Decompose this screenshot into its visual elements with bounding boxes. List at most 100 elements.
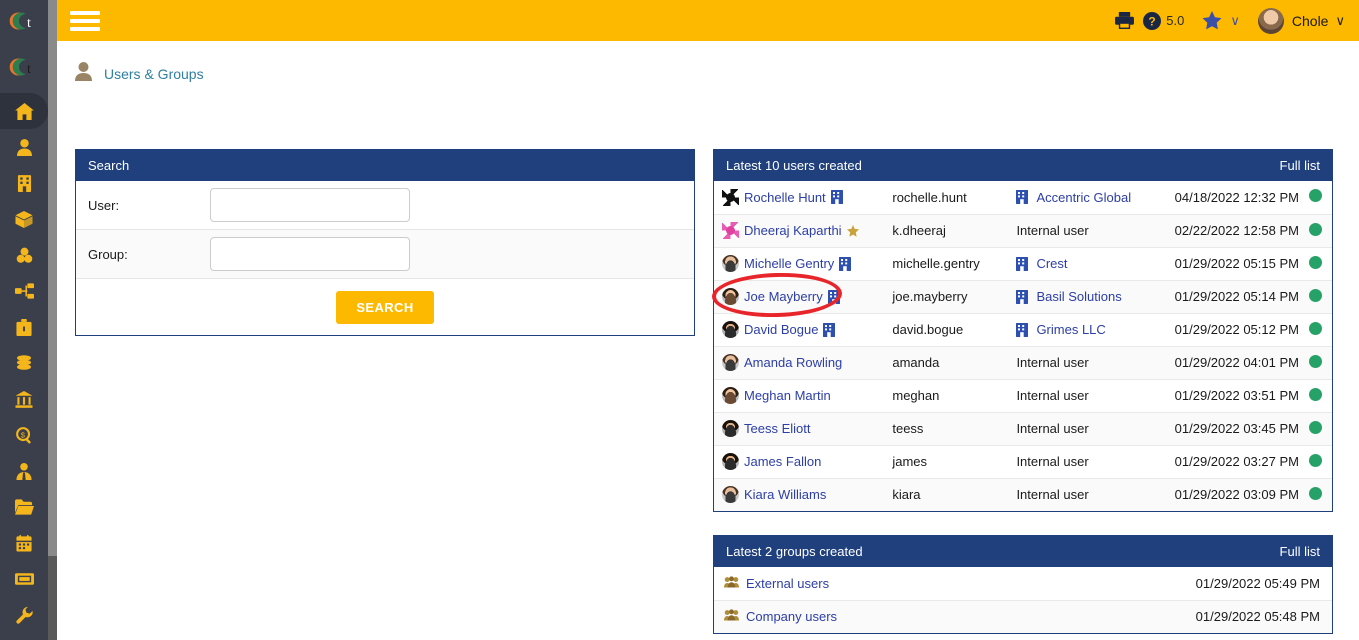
sidebar-item-calendar[interactable] [0, 525, 48, 561]
avatar [722, 188, 739, 206]
user-company-link[interactable]: Accentric Global [1036, 190, 1131, 205]
building-icon [830, 190, 843, 205]
sidebar-item-workflow[interactable] [0, 273, 48, 309]
calendar-icon [16, 534, 32, 552]
building-icon [1016, 322, 1029, 337]
sidebar-item-settings[interactable] [0, 597, 48, 633]
sidebar: t t $ [0, 0, 48, 640]
sidebar-item-finance[interactable] [0, 345, 48, 381]
group-name-link[interactable]: External users [746, 576, 829, 591]
building-icon [827, 289, 840, 304]
scrollbar-track[interactable] [48, 556, 57, 640]
user-name-link[interactable]: James Fallon [744, 454, 821, 469]
brand-logo-secondary[interactable]: t [0, 41, 48, 93]
search-button[interactable]: SEARCH [336, 290, 434, 324]
sidebar-item-contacts[interactable] [0, 453, 48, 489]
avatar [722, 288, 739, 305]
user-status-cell [1298, 412, 1332, 446]
user-name-cell: Kiara Williams [714, 478, 893, 511]
user-company-internal: Internal user [1016, 223, 1089, 238]
sidebar-item-billing[interactable] [0, 561, 48, 597]
user-login-cell: david.bogue [892, 313, 1013, 347]
avatar[interactable] [1257, 7, 1284, 34]
table-row[interactable]: Company users 01/29/2022 05:48 PM [714, 600, 1332, 633]
group-name-link[interactable]: Company users [746, 609, 837, 624]
user-company-link[interactable]: Grimes LLC [1036, 322, 1105, 337]
hamburger-icon[interactable] [70, 9, 100, 33]
sidebar-item-assets[interactable] [0, 237, 48, 273]
user-name-cell: David Bogue [714, 313, 893, 347]
latest-users-title: Latest 10 users created [726, 158, 862, 173]
status-badge [1308, 222, 1322, 236]
sidebar-item-home[interactable] [0, 93, 48, 129]
user-status-cell [1298, 478, 1332, 511]
user-name-link[interactable]: Dheeraj Kaparthi [744, 223, 842, 238]
sidebar-item-companies[interactable] [0, 165, 48, 201]
user-created-date: 01/29/2022 03:09 PM [1174, 478, 1299, 511]
users-full-list-link[interactable]: Full list [1280, 158, 1320, 173]
main-content: Users & Groups Search User: Group: SEARC… [57, 41, 1359, 640]
group-created-date: 01/29/2022 05:49 PM [1007, 567, 1332, 601]
status-badge [1308, 255, 1322, 269]
user-status-cell [1298, 247, 1332, 281]
user-company-link[interactable]: Basil Solutions [1036, 289, 1121, 304]
table-row[interactable]: Joe Mayberry joe.mayberry Basil Solutions 0… [714, 280, 1332, 314]
user-name-link[interactable]: Rochelle Hunt [744, 190, 826, 205]
printer-icon[interactable] [1115, 12, 1135, 29]
table-row[interactable]: External users 01/29/2022 05:49 PM [714, 567, 1332, 601]
table-row[interactable]: Meghan Martin meghan Internal user 01/29/20… [714, 379, 1332, 413]
user-name-link[interactable]: Amanda Rowling [744, 355, 842, 370]
latest-users-header: Latest 10 users created Full list [714, 150, 1332, 181]
user-name-link[interactable]: Joe Mayberry [744, 289, 823, 304]
star-glyph [1202, 11, 1222, 30]
status-badge [1308, 189, 1322, 203]
table-row[interactable]: David Bogue david.bogue Grimes LLC 01/29/20… [714, 313, 1332, 347]
brand-logo-top[interactable]: t [0, 0, 48, 41]
sitemap-icon [14, 283, 34, 299]
search-user-input[interactable] [210, 188, 410, 222]
user-name-link[interactable]: Michelle Gentry [744, 256, 834, 271]
users-table: Rochelle Hunt rochelle.hunt Accentric Glob… [714, 181, 1332, 511]
question-mark-icon[interactable]: ? [1143, 11, 1162, 30]
sidebar-item-products[interactable] [0, 201, 48, 237]
search-group-input[interactable] [210, 237, 410, 271]
user-name-label: Chole [1291, 12, 1329, 29]
user-menu-caret[interactable]: ∨ [1335, 13, 1345, 29]
table-row[interactable]: Rochelle Hunt rochelle.hunt Accentric Glob… [714, 181, 1332, 215]
box-icon [15, 210, 33, 228]
building-icon [1016, 256, 1029, 271]
search-dollar-icon: $ [15, 426, 31, 443]
user-name-link[interactable]: David Bogue [744, 322, 818, 337]
sidebar-item-users[interactable] [0, 129, 48, 165]
table-row[interactable]: Kiara Williams kiara Internal user 01/29/20… [714, 478, 1332, 511]
user-login-cell: rochelle.hunt [892, 181, 1013, 215]
table-row[interactable]: Teess Eliott teess Internal user 01/29/2022… [714, 412, 1332, 446]
table-row[interactable]: Amanda Rowling amanda Internal user 01/29/2… [714, 346, 1332, 380]
latest-groups-header: Latest 2 groups created Full list [714, 536, 1332, 567]
sidebar-item-audit[interactable]: $ [0, 417, 48, 453]
user-company-cell: Crest [1012, 247, 1175, 281]
user-name-link[interactable]: Teess Eliott [744, 421, 810, 436]
user-company-internal: Internal user [1016, 487, 1089, 503]
star-icon[interactable] [1202, 11, 1222, 30]
table-row[interactable]: Dheeraj Kaparthi k.dheeraj Internal user 02… [714, 214, 1332, 248]
user-company-link[interactable]: Crest [1036, 256, 1067, 271]
table-row[interactable]: James Fallon james Internal user 01/29/2022… [714, 445, 1332, 479]
sidebar-scrollbar[interactable] [48, 0, 57, 640]
sidebar-item-bank[interactable] [0, 381, 48, 417]
user-name-link[interactable]: Meghan Martin [744, 388, 831, 403]
user-name-link[interactable]: Kiara Williams [744, 487, 826, 502]
table-row[interactable]: Michelle Gentry michelle.gentry Crest 01/29… [714, 247, 1332, 281]
page-title[interactable]: Users & Groups [104, 66, 204, 82]
building-icon [827, 289, 840, 304]
status-badge [1308, 354, 1322, 368]
star-dropdown-caret[interactable]: ∨ [1230, 13, 1240, 29]
sidebar-item-briefcase[interactable] [0, 309, 48, 345]
groups-full-list-link[interactable]: Full list [1280, 544, 1320, 559]
users-group-icon [724, 609, 739, 621]
scrollbar-thumb[interactable] [48, 0, 57, 556]
top-bar-right-group: ? 5.0 ∨ Chole ∨ [1115, 7, 1359, 34]
svg-text:?: ? [1149, 14, 1156, 28]
building-icon [1016, 190, 1029, 205]
sidebar-item-documents[interactable] [0, 489, 48, 525]
